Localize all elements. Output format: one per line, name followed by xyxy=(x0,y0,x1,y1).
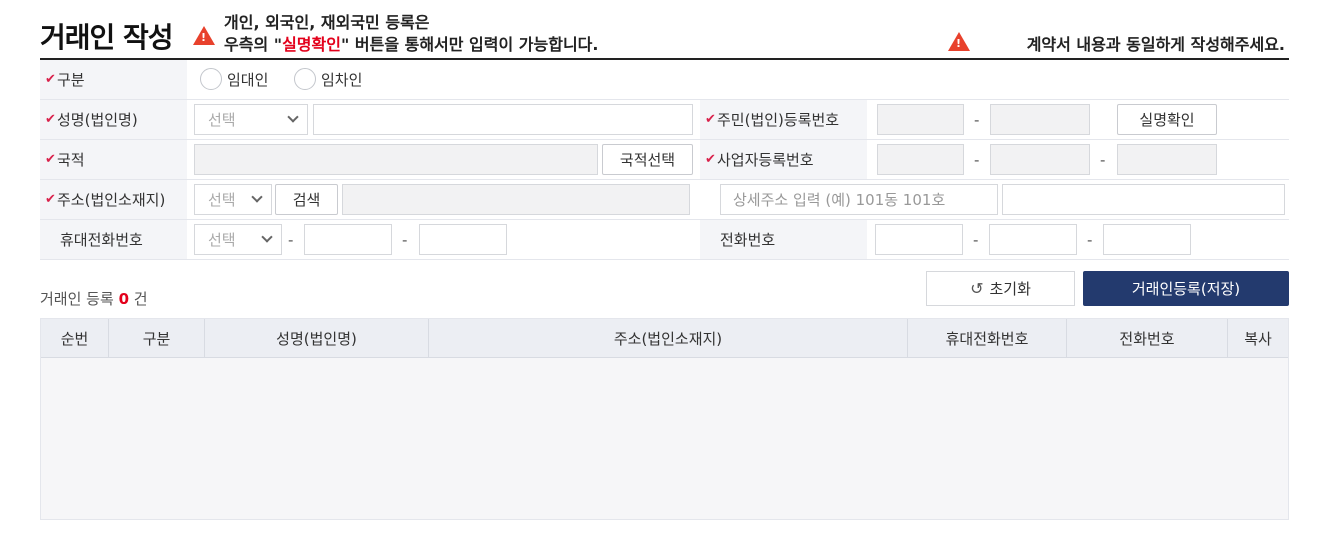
registration-count: 거래인 등록 0 건 xyxy=(40,288,148,309)
form-row-type: ✔ 구분 임대인 임차인 xyxy=(40,60,1289,100)
form-row-address: ✔ 주소(법인소재지) 선택 검색 상세주소 입력 (예) 101동 101호 xyxy=(40,180,1289,220)
radio-lessor-label: 임대인 xyxy=(227,70,269,89)
table-header: 순번 구분 성명(법인명) 주소(법인소재지) 휴대전화번호 전화번호 복사 xyxy=(41,319,1288,358)
address-type-select[interactable]: 선택 xyxy=(194,184,272,215)
name-type-select[interactable]: 선택 xyxy=(194,104,308,135)
mobile-middle-input[interactable] xyxy=(304,224,392,255)
id-number-label: ✔ 주민(법인)등록번호 xyxy=(700,100,867,139)
id-number-back-input[interactable] xyxy=(990,104,1090,135)
column-header: 구분 xyxy=(109,319,205,358)
required-check-icon: ✔ xyxy=(705,152,716,167)
phone-label: 전화번호 xyxy=(700,220,867,259)
party-table: 순번 구분 성명(법인명) 주소(법인소재지) 휴대전화번호 전화번호 복사 xyxy=(40,318,1289,520)
name-label-text: 성명(법인명) xyxy=(57,111,138,129)
nationality-label-text: 국적 xyxy=(57,151,85,169)
form-row-name: ✔ 성명(법인명) 선택 ✔ 주민(법인)등록번호 - 실명확인 xyxy=(40,100,1289,140)
required-check-icon: ✔ xyxy=(45,192,56,207)
business-number-part1-input[interactable] xyxy=(877,144,964,175)
address-label: ✔ 주소(법인소재지) xyxy=(40,180,187,219)
required-check-icon: ✔ xyxy=(705,112,716,127)
nationality-input[interactable] xyxy=(194,144,598,175)
dash: - xyxy=(402,231,408,249)
nationality-label: ✔ 국적 xyxy=(40,140,187,179)
business-number-label-text: 사업자등록번호 xyxy=(717,151,814,169)
mobile-prefix-select[interactable]: 선택 xyxy=(194,224,282,255)
radio-circle-icon[interactable] xyxy=(294,68,316,90)
dash: - xyxy=(974,151,980,169)
notice-line1: 개인, 외국인, 재외국민 등록은 xyxy=(224,13,430,32)
phone-area-input[interactable] xyxy=(875,224,963,255)
warning-icon: ! xyxy=(948,32,970,55)
type-label-text: 구분 xyxy=(57,71,85,89)
notice-line2: 우측의 "실명확인" 버튼을 통해서만 입력이 가능합니다. xyxy=(224,34,598,56)
column-header: 주소(법인소재지) xyxy=(429,319,908,358)
page-header: 거래인 작성 ! 개인, 외국인, 재외국민 등록은 우측의 "실명확인" 버튼… xyxy=(40,10,1289,60)
name-input[interactable] xyxy=(313,104,693,135)
radio-lessee-label: 임차인 xyxy=(321,70,363,89)
page-title: 거래인 작성 xyxy=(40,21,174,54)
column-header: 순번 xyxy=(41,319,109,358)
phone-label-text: 전화번호 xyxy=(720,231,776,249)
notice-line2-prefix: 우측의 " xyxy=(224,35,283,54)
notice-line2-suffix: " 버튼을 통해서만 입력이 가능합니다. xyxy=(340,35,599,54)
phone-last-input[interactable] xyxy=(1103,224,1191,255)
required-check-icon: ✔ xyxy=(45,72,56,87)
business-number-part3-input[interactable] xyxy=(1117,144,1217,175)
dash: - xyxy=(1087,231,1093,249)
id-number-label-text: 주민(법인)등록번호 xyxy=(717,111,840,129)
phone-middle-input[interactable] xyxy=(989,224,1077,255)
business-number-part2-input[interactable] xyxy=(990,144,1090,175)
dash: - xyxy=(974,111,980,129)
dash: - xyxy=(973,231,979,249)
mobile-prefix-select-value: 선택 xyxy=(208,231,236,249)
name-type-select-value: 선택 xyxy=(208,111,236,129)
radio-lessor[interactable]: 임대인 xyxy=(200,68,268,90)
form-row-phone: 휴대전화번호 선택 - - 전화번호 - - xyxy=(40,220,1289,260)
count-value: 0 xyxy=(118,290,129,308)
radio-lessee[interactable]: 임차인 xyxy=(294,68,362,90)
warning-icon: ! xyxy=(193,26,215,49)
type-label: ✔ 구분 xyxy=(40,60,187,99)
column-header: 휴대전화번호 xyxy=(908,319,1067,358)
mobile-label: 휴대전화번호 xyxy=(40,220,187,259)
dash: - xyxy=(1100,151,1106,169)
mobile-label-text: 휴대전화번호 xyxy=(60,231,143,249)
id-number-front-input[interactable] xyxy=(877,104,964,135)
name-label: ✔ 성명(법인명) xyxy=(40,100,187,139)
address-label-text: 주소(법인소재지) xyxy=(57,191,166,209)
save-party-button[interactable]: 거래인등록(저장) xyxy=(1083,271,1289,306)
address-detail-input[interactable]: 상세주소 입력 (예) 101동 101호 xyxy=(720,184,998,215)
address-search-button[interactable]: 검색 xyxy=(275,184,338,215)
business-number-label: ✔ 사업자등록번호 xyxy=(700,140,867,179)
address-input[interactable] xyxy=(342,184,690,215)
registration-notice: 개인, 외국인, 재외국민 등록은 우측의 "실명확인" 버튼을 통해서만 입력… xyxy=(224,12,598,56)
count-suffix: 건 xyxy=(133,290,148,308)
chevron-down-icon xyxy=(287,111,299,123)
count-prefix: 거래인 등록 xyxy=(40,290,114,308)
address-type-select-value: 선택 xyxy=(208,191,236,209)
required-check-icon: ✔ xyxy=(45,152,56,167)
column-header: 전화번호 xyxy=(1067,319,1228,358)
dash: - xyxy=(288,231,294,249)
contract-notice: 계약서 내용과 동일하게 작성해주세요. xyxy=(1026,35,1285,54)
refresh-icon: ↺ xyxy=(970,279,984,298)
column-header: 성명(법인명) xyxy=(205,319,429,358)
verify-name-button[interactable]: 실명확인 xyxy=(1117,104,1217,135)
chevron-down-icon xyxy=(251,191,263,203)
column-header: 복사 xyxy=(1244,330,1272,348)
reset-button[interactable]: ↺ 초기화 xyxy=(926,271,1075,306)
select-nationality-button[interactable]: 국적선택 xyxy=(602,144,693,175)
notice-highlight: 실명확인 xyxy=(282,35,341,54)
address-extra-input[interactable] xyxy=(1002,184,1285,215)
required-check-icon: ✔ xyxy=(45,112,56,127)
form-row-nationality: ✔ 국적 국적선택 ✔ 사업자등록번호 - - xyxy=(40,140,1289,180)
chevron-down-icon xyxy=(261,231,273,243)
mobile-last-input[interactable] xyxy=(419,224,507,255)
reset-button-label: 초기화 xyxy=(989,280,1031,298)
radio-circle-icon[interactable] xyxy=(200,68,222,90)
